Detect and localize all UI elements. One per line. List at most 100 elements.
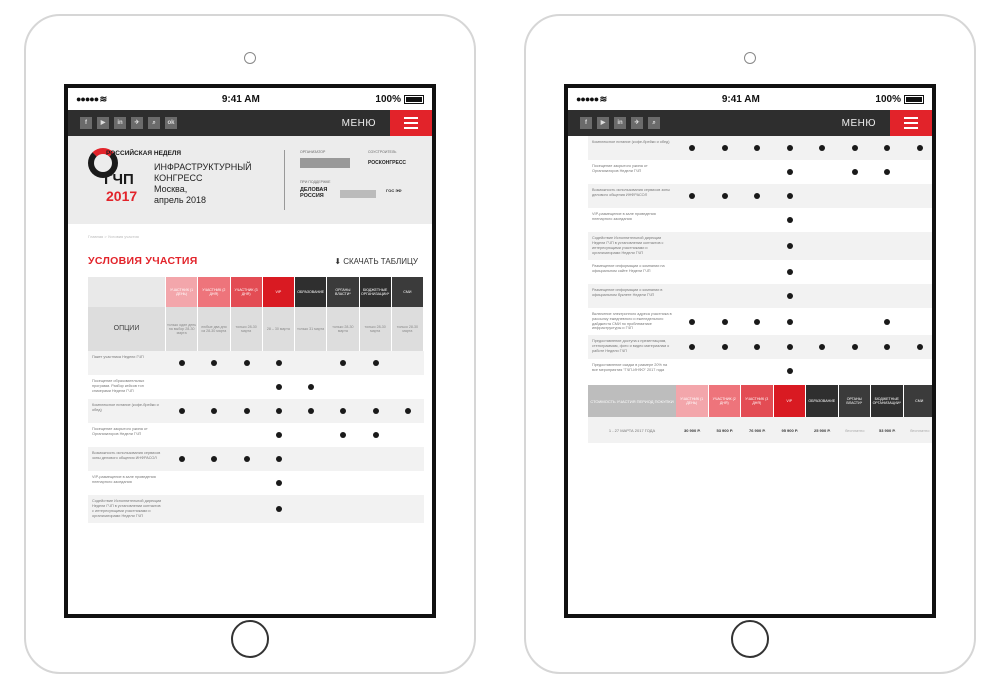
price-cell: бесплатно xyxy=(910,427,930,433)
included-dot-icon xyxy=(243,456,250,462)
table-cell xyxy=(360,447,392,471)
included-dot-icon xyxy=(754,318,761,325)
row-label: Возможность использования сервисов зоны … xyxy=(92,451,161,460)
included-dot-icon xyxy=(884,344,891,351)
included-dot-icon xyxy=(721,344,728,351)
table-cell xyxy=(774,359,807,383)
included-dot-icon xyxy=(786,169,793,175)
column-dates: 28 – 30 марта xyxy=(262,307,295,351)
facebook-icon[interactable]: f xyxy=(80,117,92,129)
delovaya-logo: ДЕЛОВАЯ РОССИЯ xyxy=(300,187,328,199)
download-table-link[interactable]: ⬇ СКАЧАТЬ ТАБЛИЦУ xyxy=(334,257,418,266)
hamburger-menu-button[interactable] xyxy=(390,110,432,136)
top-nav: f ▶ in ✈ ⌕ МЕНЮ xyxy=(568,110,932,136)
table-cell xyxy=(904,136,933,160)
table-cell xyxy=(392,447,424,471)
included-dot-icon xyxy=(754,344,761,351)
home-button[interactable] xyxy=(731,620,769,658)
table-cell xyxy=(871,335,904,359)
home-button[interactable] xyxy=(231,620,269,658)
menu-label[interactable]: МЕНЮ xyxy=(842,118,876,129)
included-dot-icon xyxy=(786,268,793,275)
table-cell xyxy=(741,335,774,359)
column-header: УЧАСТНИК (2 ДНЯ) xyxy=(708,385,741,418)
included-dot-icon xyxy=(275,432,282,438)
table-cell xyxy=(231,495,263,523)
tablet-right: ●●●●● ≋ 9:41 AM 100% f ▶ in ✈ ⌕ МЕНЮ Ком… xyxy=(524,14,976,674)
search-icon[interactable]: ⌕ xyxy=(648,117,660,129)
cost-label: СТОИМОСТЬ УЧАСТИЯ ПЕРИОД ПОКУПКИ xyxy=(588,385,676,418)
table-cell xyxy=(295,495,327,523)
column-dates: только 28-30 марта xyxy=(391,307,424,351)
included-dot-icon xyxy=(689,344,696,351)
table-cell xyxy=(839,335,872,359)
telegram-icon[interactable]: ✈ xyxy=(131,117,143,129)
breadcrumb[interactable]: Главная > Условия участия xyxy=(68,224,432,239)
included-dot-icon xyxy=(786,217,793,223)
table-cell xyxy=(198,447,230,471)
column-header: УЧАСТНИК (1 ДЕНЬ) xyxy=(166,277,199,307)
included-dot-icon xyxy=(372,360,379,366)
table-cell xyxy=(709,160,742,184)
column-header: ОБРАЗОВАНИЕ xyxy=(295,277,328,307)
table-row: Посещение закрытого ужина от Организатор… xyxy=(588,160,932,184)
search-icon[interactable]: ⌕ xyxy=(148,117,160,129)
table-cell xyxy=(392,399,424,423)
column-header: БЮДЖЕТНЫЕ ОРГАНИЗАЦИИ* xyxy=(359,277,392,307)
odnoklassniki-icon[interactable]: ok xyxy=(165,117,177,129)
linkedin-icon[interactable]: in xyxy=(114,117,126,129)
table-cell xyxy=(676,335,709,359)
column-dates: только 28-30 марта xyxy=(230,307,263,351)
table-cell xyxy=(709,308,742,336)
logo-top-text: РОССИЙСКАЯ НЕДЕЛЯ xyxy=(106,150,182,157)
telegram-icon[interactable]: ✈ xyxy=(631,117,643,129)
table-cell xyxy=(360,375,392,399)
row-label: Включение электронного адреса участника … xyxy=(592,311,672,331)
table-cell xyxy=(709,260,742,284)
battery-percent: 100% xyxy=(875,93,901,105)
column-header: УЧАСТНИК (3 ДНЯ) xyxy=(230,277,263,307)
included-dot-icon xyxy=(340,408,347,414)
table-cell xyxy=(839,284,872,308)
table-cell xyxy=(392,495,424,523)
table-cell xyxy=(392,471,424,495)
table-cell xyxy=(839,184,872,208)
linkedin-icon[interactable]: in xyxy=(614,117,626,129)
table-cell xyxy=(741,232,774,260)
top-nav: f ▶ in ✈ ⌕ ok МЕНЮ xyxy=(68,110,432,136)
youtube-icon[interactable]: ▶ xyxy=(97,117,109,129)
table-cell xyxy=(166,423,198,447)
table-cell xyxy=(263,375,295,399)
table-cell xyxy=(806,208,839,232)
table-cell xyxy=(741,260,774,284)
included-dot-icon xyxy=(754,145,761,151)
column-header: ОБРАЗОВАНИЕ xyxy=(806,385,839,418)
table-cell xyxy=(774,160,807,184)
table-cell xyxy=(741,136,774,160)
gos-logo: ГОС ЭФ xyxy=(386,188,402,193)
row-label: Предоставление скидки в размере 20% на в… xyxy=(592,363,668,373)
table-cell xyxy=(774,184,807,208)
youtube-icon[interactable]: ▶ xyxy=(597,117,609,129)
hamburger-menu-button[interactable] xyxy=(890,110,932,136)
row-label: VIP-размещение в зале проведения пленарн… xyxy=(92,475,156,484)
table-cell xyxy=(327,351,359,375)
column-header: ОРГАНЫ ВЛАСТИ* xyxy=(838,385,871,418)
screen-left: ●●●●● ≋ 9:41 AM 100% f ▶ in ✈ ⌕ ok МЕНЮ … xyxy=(64,84,436,618)
price-cell: 76 900 Р. xyxy=(748,427,766,433)
column-dates: только один день на выбор 28-30 марта xyxy=(166,307,199,351)
participation-table: Комплексное питание (кофе-брейки и обед)… xyxy=(588,136,933,444)
facebook-icon[interactable]: f xyxy=(580,117,592,129)
table-cell xyxy=(741,284,774,308)
table-cell xyxy=(806,335,839,359)
table-cell xyxy=(871,284,904,308)
column-header: БЮДЖЕТНЫЕ ОРГАНИЗАЦИИ* xyxy=(871,385,904,418)
table-cell xyxy=(871,260,904,284)
column-header: УЧАСТНИК (1 ДЕНЬ) xyxy=(676,385,709,418)
table-cell xyxy=(676,160,709,184)
signal-icon: ●●●●● ≋ xyxy=(76,93,107,104)
included-dot-icon xyxy=(404,408,411,414)
table-cell xyxy=(806,184,839,208)
included-dot-icon xyxy=(851,344,858,351)
menu-label[interactable]: МЕНЮ xyxy=(342,118,376,129)
